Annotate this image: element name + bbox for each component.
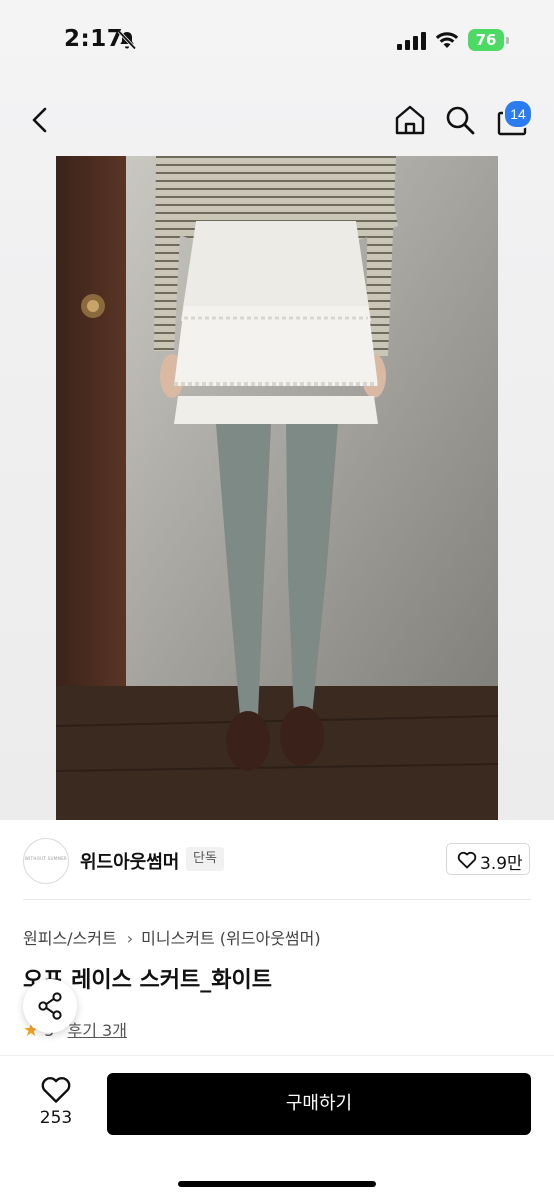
- cart-count-badge: 14: [503, 99, 533, 129]
- brand-like-count: 3.9만: [480, 854, 523, 874]
- wifi-icon: [435, 32, 459, 48]
- chevron-left-icon[interactable]: [26, 104, 54, 136]
- bell-slash-icon: [117, 30, 137, 50]
- divider: [23, 899, 531, 900]
- share-button[interactable]: [23, 979, 77, 1033]
- status-time: 2:17: [64, 26, 124, 52]
- home-indicator: [178, 1181, 376, 1187]
- heart-icon[interactable]: [40, 1076, 72, 1104]
- breadcrumb-subcategory[interactable]: 미니스커트 (위드아웃썸머): [141, 929, 321, 948]
- battery-indicator: 76: [468, 29, 510, 53]
- brand-like-button[interactable]: 3.9만: [446, 843, 530, 875]
- search-icon[interactable]: [444, 104, 476, 136]
- seller-name[interactable]: 위드아웃썸머: [80, 848, 179, 874]
- battery-level: 76: [475, 31, 497, 49]
- seller-logo-mark: WITHOUT SUMMER: [24, 856, 68, 861]
- review-link[interactable]: 후기 3개: [68, 1021, 127, 1040]
- home-icon[interactable]: [393, 103, 427, 137]
- product-image[interactable]: [56, 156, 498, 820]
- breadcrumb: 원피스/스커트 › 미니스커트 (위드아웃썸머): [23, 925, 321, 949]
- exclusive-badge: 단독: [186, 847, 224, 871]
- share-icon: [38, 992, 62, 1020]
- cellular-signal-icon: [397, 32, 426, 50]
- wish-count: 253: [39, 1108, 73, 1128]
- breadcrumb-category[interactable]: 원피스/스커트: [23, 929, 117, 948]
- heart-icon: [457, 851, 477, 869]
- buy-button[interactable]: 구매하기: [107, 1073, 531, 1135]
- seller-logo[interactable]: WITHOUT SUMMER: [23, 838, 69, 884]
- chevron-right-icon: ›: [126, 929, 134, 948]
